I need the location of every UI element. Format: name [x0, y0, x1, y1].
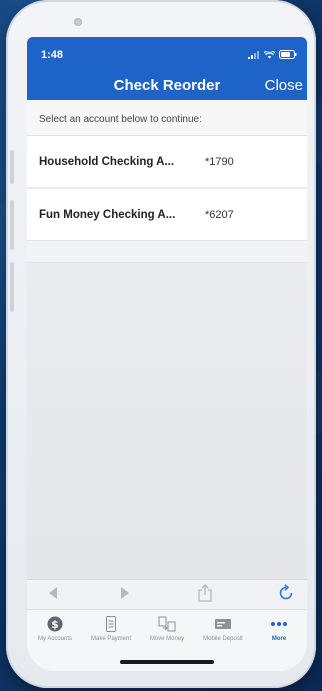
- account-row[interactable]: Household Checking A... *1790: [27, 136, 307, 188]
- tab-label: My Accounts: [37, 636, 72, 642]
- status-time: 1:48: [41, 49, 64, 61]
- refresh-icon[interactable]: [277, 584, 295, 605]
- account-name: Fun Money Checking A...: [39, 208, 176, 221]
- side-button: [10, 200, 14, 250]
- tab-mobile-deposit[interactable]: Mobile Deposit: [195, 616, 251, 642]
- share-icon[interactable]: [197, 584, 213, 605]
- tab-label: Make Payment: [90, 636, 132, 642]
- tab-move-money[interactable]: Move Money: [139, 616, 195, 642]
- browser-toolbar: [27, 579, 307, 609]
- more-dots-icon: [271, 622, 287, 626]
- home-indicator[interactable]: [120, 660, 214, 664]
- app-header: 1:48 Check Reorder Close: [27, 37, 307, 100]
- svg-text:$: $: [51, 618, 59, 631]
- dollar-coin-icon: $: [47, 616, 63, 632]
- account-number: *6207: [205, 208, 234, 221]
- instruction-text: Select an account below to continue:: [27, 100, 307, 136]
- content-area: [27, 263, 307, 579]
- front-camera: [74, 18, 82, 26]
- back-arrow-icon[interactable]: [47, 586, 59, 603]
- tab-more[interactable]: More: [251, 616, 307, 642]
- forward-arrow-icon[interactable]: [119, 586, 131, 603]
- tab-bar: $ My Accounts Make Payment Move Money Mo…: [27, 609, 307, 671]
- section-divider: [27, 241, 307, 263]
- tab-label: Move Money: [149, 636, 185, 642]
- side-button: [10, 262, 14, 312]
- transfer-icon: [158, 616, 176, 632]
- account-row[interactable]: Fun Money Checking A... *6207: [27, 189, 307, 241]
- side-button: [10, 150, 14, 184]
- tab-my-accounts[interactable]: $ My Accounts: [27, 616, 83, 642]
- signal-icon: [248, 50, 259, 59]
- bill-icon: [106, 616, 116, 632]
- battery-icon: [279, 50, 297, 59]
- status-icons: [248, 50, 297, 59]
- phone-screen: 1:48 Check Reorder Close Select an accou…: [27, 37, 307, 671]
- tab-label: More: [271, 636, 287, 642]
- tab-make-payment[interactable]: Make Payment: [83, 616, 139, 642]
- phone-frame: 1:48 Check Reorder Close Select an accou…: [6, 0, 316, 688]
- close-button[interactable]: Close: [265, 77, 303, 94]
- tab-label: Mobile Deposit: [203, 636, 243, 642]
- check-deposit-icon: [215, 619, 231, 629]
- wifi-icon: [264, 50, 275, 58]
- account-name: Household Checking A...: [39, 155, 175, 168]
- account-number: *1790: [205, 155, 234, 168]
